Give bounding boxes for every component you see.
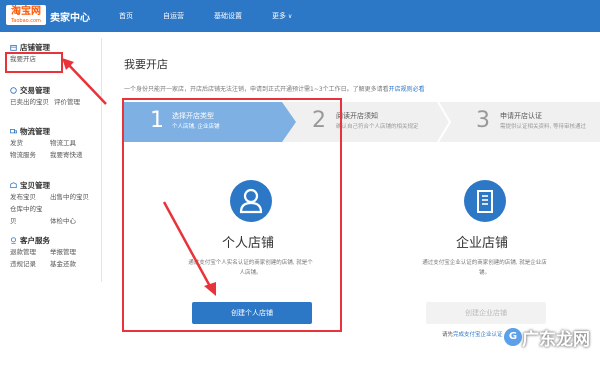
sidebar-group-title: 客户服务 bbox=[10, 235, 81, 246]
highlight-box-personal-store bbox=[122, 98, 342, 332]
sidebar-group-service: 客户服务 退款管理举报管理 违规记录基金还款 bbox=[10, 235, 81, 270]
sidebar-link-fund-repay[interactable]: 基金还款 bbox=[50, 258, 76, 270]
trade-icon bbox=[10, 87, 17, 94]
enterprise-auth-prefix: 请先 bbox=[442, 332, 453, 338]
sidebar-link-refunds[interactable]: 退款管理 bbox=[10, 246, 45, 258]
step-number: 3 bbox=[476, 108, 490, 133]
sidebar-group-label: 店铺管理 bbox=[20, 43, 50, 52]
step-desc: 确认自己符合个人店铺的相关规定 bbox=[336, 122, 419, 130]
nav-basic-settings[interactable]: 基础设置 bbox=[199, 0, 257, 32]
building-icon bbox=[464, 180, 506, 222]
watermark-logo-icon: G bbox=[504, 328, 522, 346]
enterprise-auth-link[interactable]: 完成支付宝企业认证 bbox=[453, 332, 503, 338]
highlight-box-open-store bbox=[5, 52, 63, 73]
sidebar-link-health-check[interactable]: 体检中心 bbox=[50, 215, 76, 227]
arrow-annotation bbox=[60, 56, 110, 108]
sidebar-link-warehouse[interactable]: 仓库中的宝贝 bbox=[10, 203, 45, 227]
seller-center-title[interactable]: 卖家中心 bbox=[50, 9, 90, 24]
page-title: 我要开店 bbox=[124, 56, 168, 72]
step-desc: 需提供认证相关资料, 等待审核通过 bbox=[500, 122, 586, 130]
goods-icon bbox=[10, 182, 17, 189]
sidebar-link-sold-items[interactable]: 已卖出的宝贝 bbox=[10, 96, 49, 108]
store-icon bbox=[10, 44, 17, 51]
enterprise-store-desc: 通过支付宝企业认证的商家创建的店铺, 就是企业店铺。 bbox=[422, 258, 547, 278]
notice-text: 一个身份只能开一家店，开店后店铺无法注销，申请到正式开通预计需1~3个工作日。了… bbox=[124, 84, 425, 93]
sidebar-link-logistics-service[interactable]: 物流服务 bbox=[10, 149, 45, 161]
sidebar-group-label: 交易管理 bbox=[20, 86, 50, 95]
step-separator bbox=[436, 102, 452, 142]
sidebar-link-logistics-tools[interactable]: 物流工具 bbox=[50, 137, 76, 149]
sidebar-group-label: 宝贝管理 bbox=[20, 181, 50, 190]
sidebar-group-goods: 宝贝管理 发布宝贝出售中的宝贝 仓库中的宝贝体检中心 bbox=[10, 180, 94, 227]
sidebar-group-label: 物流管理 bbox=[20, 127, 50, 136]
sidebar-group-logistics: 物流管理 发货物流工具 物流服务我要寄快递 bbox=[10, 126, 88, 161]
nav-home[interactable]: 首页 bbox=[104, 0, 148, 32]
enterprise-store-title: 企业店铺 bbox=[382, 232, 582, 251]
watermark: 广东龙网 bbox=[522, 325, 590, 350]
create-enterprise-store-button[interactable]: 创建企业店铺 bbox=[426, 302, 546, 324]
enterprise-auth-hint: 请先完成支付宝企业认证 bbox=[442, 330, 503, 338]
sidebar-group-title: 物流管理 bbox=[10, 126, 88, 137]
sidebar-link-on-sale[interactable]: 出售中的宝贝 bbox=[50, 191, 89, 203]
truck-icon bbox=[10, 128, 17, 135]
sidebar-group-title: 宝贝管理 bbox=[10, 180, 94, 191]
sidebar-link-send-express[interactable]: 我要寄快递 bbox=[50, 149, 83, 161]
step-title: 申请开店认证 bbox=[500, 111, 542, 121]
sidebar-group-label: 客户服务 bbox=[20, 236, 50, 245]
logo-text: 淘宝网 bbox=[6, 6, 46, 18]
main-nav: 首页 自运营 基础设置 更多 bbox=[104, 0, 307, 32]
logo-subtext: Taobao.com bbox=[6, 18, 46, 24]
sidebar-link-reports[interactable]: 举报管理 bbox=[50, 246, 76, 258]
sidebar-link-violations[interactable]: 违规记录 bbox=[10, 258, 45, 270]
rules-link[interactable]: 开店规则必看 bbox=[389, 86, 425, 93]
taobao-logo[interactable]: 淘宝网 Taobao.com bbox=[6, 5, 46, 25]
nav-more[interactable]: 更多 bbox=[257, 0, 307, 32]
sidebar-link-ship[interactable]: 发货 bbox=[10, 137, 45, 149]
step-title: 阅读开店须知 bbox=[336, 111, 378, 121]
arrow-annotation bbox=[160, 198, 220, 298]
service-icon bbox=[10, 237, 17, 244]
nav-self-operation[interactable]: 自运营 bbox=[148, 0, 199, 32]
top-navigation-bar: 淘宝网 Taobao.com 卖家中心 首页 自运营 基础设置 更多 bbox=[0, 0, 600, 32]
step-3: 3 申请开店认证 需提供认证相关资料, 等待审核通过 bbox=[454, 102, 600, 142]
sidebar-link-publish[interactable]: 发布宝贝 bbox=[10, 191, 45, 203]
notice-body: 一个身份只能开一家店，开店后店铺无法注销，申请到正式开通预计需1~3个工作日。了… bbox=[124, 86, 389, 93]
